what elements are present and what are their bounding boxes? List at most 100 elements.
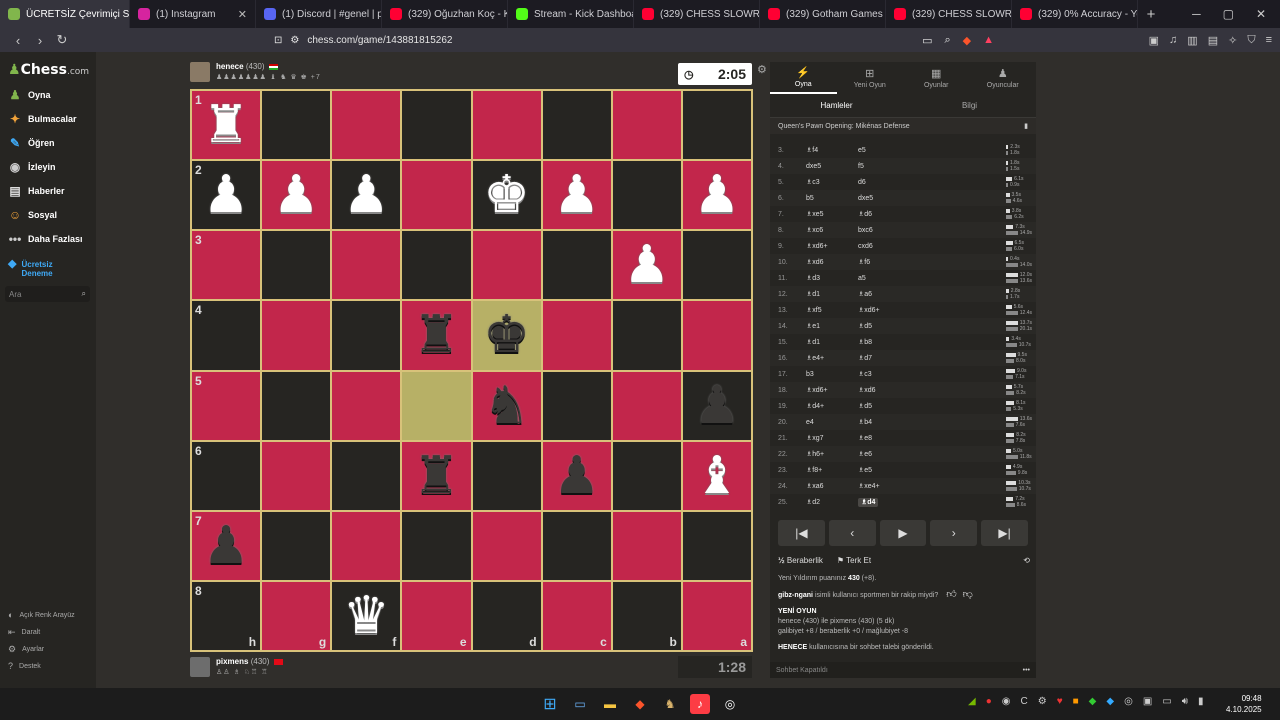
- board-square[interactable]: [401, 160, 472, 231]
- tray-app-icon[interactable]: ♥: [1057, 696, 1063, 707]
- panel-tab-3[interactable]: ♟ Oyuncular: [970, 62, 1037, 94]
- search-icon[interactable]: ⌕: [82, 289, 86, 299]
- avatar[interactable]: [190, 62, 210, 82]
- board-square[interactable]: ♟: [681, 160, 752, 231]
- white-move[interactable]: ♗d1: [804, 338, 858, 346]
- close-window-icon[interactable]: ✕: [1256, 7, 1266, 21]
- white-move[interactable]: e4: [804, 419, 858, 426]
- board-square[interactable]: [331, 300, 402, 371]
- white-move[interactable]: ♗xd6+: [804, 242, 858, 250]
- sidebar-bottom-item-2[interactable]: ⚙ Ayarlar: [8, 644, 44, 655]
- board-square[interactable]: [471, 510, 542, 581]
- white-move[interactable]: ♗xg7: [804, 434, 858, 442]
- sidebar-item-1[interactable]: ✦ Bulmacalar: [8, 112, 77, 126]
- black-move[interactable]: ♗d4: [858, 498, 968, 507]
- white-move[interactable]: ♗d2: [804, 498, 858, 506]
- black-move[interactable]: ♗b8: [858, 338, 968, 346]
- board-square[interactable]: [541, 300, 612, 371]
- board-square[interactable]: 3: [191, 230, 262, 301]
- white-move[interactable]: dxe5: [804, 163, 858, 170]
- board-square[interactable]: [261, 510, 332, 581]
- board-square[interactable]: ♞: [471, 370, 542, 441]
- board-square[interactable]: [331, 230, 402, 301]
- network-icon[interactable]: ▭: [1162, 696, 1171, 707]
- white-move[interactable]: ♗xd6: [804, 258, 858, 266]
- book-icon[interactable]: ▮: [1024, 122, 1028, 130]
- windows-start-icon[interactable]: ⊞: [540, 694, 560, 714]
- close-icon[interactable]: ✕: [238, 8, 247, 21]
- board-square[interactable]: [471, 230, 542, 301]
- thumbs-down-icon[interactable]: 👎︎: [963, 590, 973, 600]
- black-move[interactable]: ♗a6: [858, 290, 968, 298]
- panel-tab-2[interactable]: ▦ Oyunlar: [903, 62, 970, 94]
- white-king-icon[interactable]: ♚: [483, 169, 530, 221]
- sidebar-item-2[interactable]: ✎ Öğren: [8, 136, 55, 150]
- subtab-1[interactable]: Bilgi: [903, 94, 1036, 117]
- white-move[interactable]: ♗e1: [804, 322, 858, 330]
- menu-icon[interactable]: ≡: [1266, 34, 1272, 47]
- board-square[interactable]: [681, 510, 752, 581]
- black-pawn-icon[interactable]: ♟: [203, 520, 250, 572]
- sidebar-bottom-item-1[interactable]: ⇤ Daralt: [8, 627, 40, 638]
- tray-app-icon[interactable]: C: [1020, 696, 1027, 707]
- white-pawn-icon[interactable]: ♟: [343, 169, 390, 221]
- board-square[interactable]: 4: [191, 300, 262, 371]
- board-square[interactable]: [401, 370, 472, 441]
- white-move[interactable]: b3: [804, 371, 858, 378]
- draw-button[interactable]: ½ Beraberlik: [778, 556, 823, 565]
- board-square[interactable]: f ♛: [331, 580, 402, 651]
- sidebar-item-5[interactable]: ☺ Sosyal: [8, 208, 57, 222]
- white-pawn-icon[interactable]: ♟: [624, 239, 671, 291]
- board-square[interactable]: ♟: [331, 160, 402, 231]
- subtab-0[interactable]: Hamleler: [770, 94, 903, 117]
- cast-icon[interactable]: ▭: [922, 34, 932, 47]
- player-name[interactable]: henece: [216, 62, 244, 71]
- bookmark-icon[interactable]: ⊡: [274, 35, 282, 46]
- play-button[interactable]: ▶: [879, 520, 927, 546]
- url-field[interactable]: ⊡ ⚙ chess.com/game/143881815262 ▭ ⌕ ◆ ▲: [274, 30, 994, 50]
- vpn-icon[interactable]: ⛉: [1247, 34, 1255, 47]
- black-pawn-icon[interactable]: ♟: [553, 450, 600, 502]
- music-app-icon[interactable]: ♪: [690, 694, 710, 714]
- black-rook-icon[interactable]: ♜: [413, 450, 460, 502]
- black-knight-icon[interactable]: ♞: [483, 380, 530, 432]
- sidebar-item-3[interactable]: ◉ İzleyin: [8, 160, 56, 174]
- sidebar-item-4[interactable]: ▤ Haberler: [8, 184, 64, 198]
- board-square[interactable]: [541, 370, 612, 441]
- board-square[interactable]: ♜: [401, 300, 472, 371]
- white-rook-icon[interactable]: ♜: [203, 99, 250, 151]
- back-icon[interactable]: ‹: [8, 33, 28, 48]
- brave-rewards-icon[interactable]: ▲: [983, 34, 994, 46]
- panel-tab-0[interactable]: ⚡ Oyna: [770, 62, 837, 94]
- app-icon[interactable]: ♞: [660, 694, 680, 714]
- board-square[interactable]: ♟: [541, 160, 612, 231]
- new-tab-button[interactable]: +: [1138, 0, 1164, 28]
- black-move[interactable]: ♗e5: [858, 466, 968, 474]
- last-move-button[interactable]: ▶|: [981, 520, 1028, 546]
- board-square[interactable]: ♚: [471, 300, 542, 371]
- board-square[interactable]: a: [681, 580, 752, 651]
- white-pawn-icon[interactable]: ♟: [553, 169, 600, 221]
- board-square[interactable]: 5: [191, 370, 262, 441]
- white-pawn-icon[interactable]: ♟: [694, 169, 741, 221]
- sidebar-search[interactable]: Ara ⌕: [5, 286, 90, 302]
- board-square[interactable]: ♟: [611, 230, 682, 301]
- board-square[interactable]: [681, 230, 752, 301]
- brave-browser-icon[interactable]: ◆: [630, 694, 650, 714]
- white-move[interactable]: ♗d1: [804, 290, 858, 298]
- board-square[interactable]: [331, 90, 402, 161]
- board-square[interactable]: [331, 510, 402, 581]
- white-move[interactable]: b5: [804, 195, 858, 202]
- task-view-icon[interactable]: ▭: [570, 694, 590, 714]
- board-square[interactable]: ♚: [471, 160, 542, 231]
- browser-tab[interactable]: (1) Discord | #genel | p✕: [256, 0, 382, 28]
- board-square[interactable]: [611, 160, 682, 231]
- board-square[interactable]: [681, 300, 752, 371]
- sidebar-item-6[interactable]: ••• Daha Fazlası: [8, 232, 83, 246]
- avatar[interactable]: [190, 657, 210, 677]
- board-square[interactable]: [261, 370, 332, 441]
- board-square[interactable]: ♟: [541, 440, 612, 511]
- white-move[interactable]: ♗e4+: [804, 354, 858, 362]
- zoom-icon[interactable]: ⌕: [944, 34, 950, 47]
- board-square[interactable]: [471, 440, 542, 511]
